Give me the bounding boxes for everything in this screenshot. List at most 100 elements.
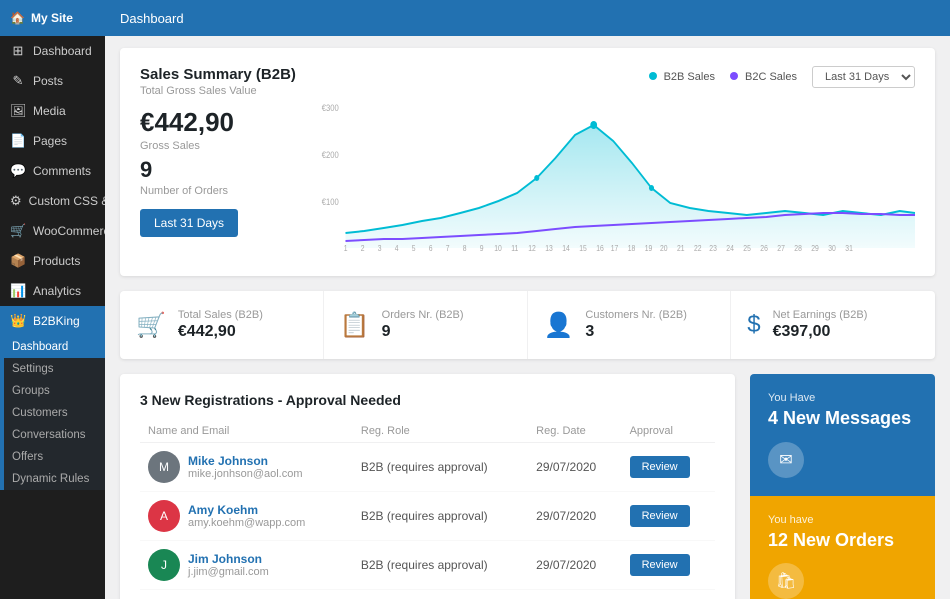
svg-text:8: 8 bbox=[463, 243, 467, 253]
messages-icon-circle[interactable]: ✉ bbox=[768, 442, 804, 478]
svg-text:13: 13 bbox=[545, 243, 553, 253]
svg-text:23: 23 bbox=[709, 243, 717, 253]
sales-title: Sales Summary (B2B) bbox=[140, 66, 300, 83]
orders-value: 9 bbox=[140, 157, 300, 183]
svg-text:€100: €100 bbox=[322, 196, 339, 207]
sidebar-item-pages[interactable]: 📄 Pages bbox=[0, 126, 105, 156]
gross-sales-value: €442,90 bbox=[140, 107, 300, 138]
sidebar-item-b2b-customers[interactable]: Customers bbox=[4, 402, 105, 424]
sidebar-item-b2b-conversations[interactable]: Conversations bbox=[4, 424, 105, 446]
svg-text:2: 2 bbox=[361, 243, 365, 253]
svg-text:25: 25 bbox=[743, 243, 751, 253]
user-role: B2B (requires approval) bbox=[353, 443, 528, 492]
review-button[interactable]: Review bbox=[630, 505, 690, 527]
svg-text:6: 6 bbox=[429, 243, 433, 253]
svg-text:5: 5 bbox=[412, 243, 416, 253]
review-button[interactable]: Review bbox=[630, 456, 690, 478]
sidebar-logo-icon: 🏠 bbox=[10, 11, 25, 25]
stat-total-sales-label: Total Sales (B2B) bbox=[178, 309, 263, 321]
svg-text:24: 24 bbox=[726, 243, 734, 253]
customers-icon: 👤 bbox=[544, 311, 574, 340]
col-name-email: Name and Email bbox=[140, 420, 353, 443]
sidebar-item-b2bking[interactable]: 👑 B2BKing bbox=[0, 306, 105, 336]
sidebar: 🏠 My Site ⊞ Dashboard ✎ Posts 🖼 Media 📄 … bbox=[0, 0, 105, 599]
col-reg-date: Reg. Date bbox=[528, 420, 621, 443]
svg-text:10: 10 bbox=[494, 243, 502, 253]
content-area: Sales Summary (B2B) Total Gross Sales Va… bbox=[105, 36, 950, 599]
registrations-table: Name and Email Reg. Role Reg. Date Appro… bbox=[140, 420, 715, 590]
woocommerce-icon: 🛒 bbox=[10, 223, 26, 239]
stat-total-sales-value: €442,90 bbox=[178, 323, 263, 341]
envelope-icon: ✉ bbox=[779, 450, 792, 470]
sidebar-item-b2b-groups[interactable]: Groups bbox=[4, 380, 105, 402]
sidebar-item-custom-css[interactable]: ⚙ Custom CSS & JS bbox=[0, 186, 105, 216]
svg-text:21: 21 bbox=[677, 243, 685, 253]
legend-b2c: B2C Sales bbox=[730, 71, 797, 83]
user-avatar: J bbox=[148, 549, 180, 581]
stat-earnings-info: Net Earnings (B2B) €397,00 bbox=[773, 309, 868, 341]
messages-card: You Have 4 New Messages ✉ bbox=[750, 374, 935, 496]
sidebar-item-media[interactable]: 🖼 Media bbox=[0, 96, 105, 126]
sidebar-item-posts[interactable]: ✎ Posts bbox=[0, 66, 105, 96]
svg-text:18: 18 bbox=[628, 243, 636, 253]
stat-customers-label: Customers Nr. (B2B) bbox=[585, 309, 686, 321]
svg-text:20: 20 bbox=[660, 243, 668, 253]
svg-text:31: 31 bbox=[845, 243, 853, 253]
registrations-card: 3 New Registrations - Approval Needed Na… bbox=[120, 374, 735, 599]
user-role: B2B (requires approval) bbox=[353, 541, 528, 590]
sidebar-item-dashboard[interactable]: ⊞ Dashboard bbox=[0, 36, 105, 66]
svg-text:15: 15 bbox=[579, 243, 587, 253]
svg-text:30: 30 bbox=[828, 243, 836, 253]
sidebar-item-products[interactable]: 📦 Products bbox=[0, 246, 105, 276]
sidebar-item-b2b-offers[interactable]: Offers bbox=[4, 446, 105, 468]
stat-orders-label: Orders Nr. (B2B) bbox=[382, 309, 464, 321]
orders-main-text: 12 New Orders bbox=[768, 530, 917, 552]
svg-text:16: 16 bbox=[596, 243, 604, 253]
stat-customers: 👤 Customers Nr. (B2B) 3 bbox=[528, 291, 732, 359]
sidebar-item-analytics[interactable]: 📊 Analytics bbox=[0, 276, 105, 306]
chart-area: B2B Sales B2C Sales Last 31 Days €300 bbox=[320, 66, 915, 258]
user-avatar: M bbox=[148, 451, 180, 483]
orders-you-have: You have bbox=[768, 514, 917, 526]
user-role: B2B (requires approval) bbox=[353, 492, 528, 541]
stat-customers-info: Customers Nr. (B2B) 3 bbox=[585, 309, 686, 341]
svg-text:1: 1 bbox=[344, 243, 348, 253]
b2c-legend-dot bbox=[730, 72, 738, 80]
stat-earnings-label: Net Earnings (B2B) bbox=[773, 309, 868, 321]
bag-icon: 🛍 bbox=[776, 571, 796, 591]
orders-icon-circle[interactable]: 🛍 bbox=[768, 563, 804, 599]
review-button[interactable]: Review bbox=[630, 554, 690, 576]
user-name: Jim Johnson bbox=[188, 552, 269, 566]
col-reg-role: Reg. Role bbox=[353, 420, 528, 443]
pages-icon: 📄 bbox=[10, 133, 26, 149]
orders-icon: 📋 bbox=[340, 311, 370, 340]
dollar-icon: $ bbox=[747, 311, 760, 339]
user-name: Amy Koehm bbox=[188, 503, 305, 517]
b2bking-submenu: Dashboard Settings Groups Customers Conv… bbox=[0, 336, 105, 490]
user-name: Mike Johnson bbox=[188, 454, 303, 468]
chart-svg-container: €300 €200 €100 bbox=[320, 93, 915, 258]
stat-total-sales: 🛒 Total Sales (B2B) €442,90 bbox=[120, 291, 324, 359]
bottom-section: 3 New Registrations - Approval Needed Na… bbox=[120, 374, 935, 599]
posts-icon: ✎ bbox=[10, 73, 26, 89]
sidebar-logo[interactable]: 🏠 My Site bbox=[0, 0, 105, 36]
sidebar-item-b2b-settings[interactable]: Settings bbox=[4, 358, 105, 380]
table-row: M Mike Johnson mike.jonhson@aol.com B2B … bbox=[140, 443, 715, 492]
products-icon: 📦 bbox=[10, 253, 26, 269]
sidebar-item-comments[interactable]: 💬 Comments bbox=[0, 156, 105, 186]
sidebar-item-b2b-dashboard[interactable]: Dashboard bbox=[4, 336, 105, 358]
user-email: amy.koehm@wapp.com bbox=[188, 517, 305, 529]
user-avatar: A bbox=[148, 500, 180, 532]
last-31-days-button[interactable]: Last 31 Days bbox=[140, 209, 238, 237]
stat-total-sales-info: Total Sales (B2B) €442,90 bbox=[178, 309, 263, 341]
svg-text:19: 19 bbox=[645, 243, 653, 253]
svg-text:14: 14 bbox=[562, 243, 570, 253]
svg-text:€200: €200 bbox=[322, 149, 339, 160]
media-icon: 🖼 bbox=[10, 103, 26, 119]
chart-period-dropdown[interactable]: Last 31 Days bbox=[812, 66, 915, 88]
svg-text:€300: €300 bbox=[322, 102, 339, 113]
sales-chart-svg: €300 €200 €100 bbox=[320, 93, 915, 253]
sales-subtitle: Total Gross Sales Value bbox=[140, 85, 300, 97]
sidebar-item-woocommerce[interactable]: 🛒 WooCommerce bbox=[0, 216, 105, 246]
sidebar-item-b2b-dynamic-rules[interactable]: Dynamic Rules bbox=[4, 468, 105, 490]
